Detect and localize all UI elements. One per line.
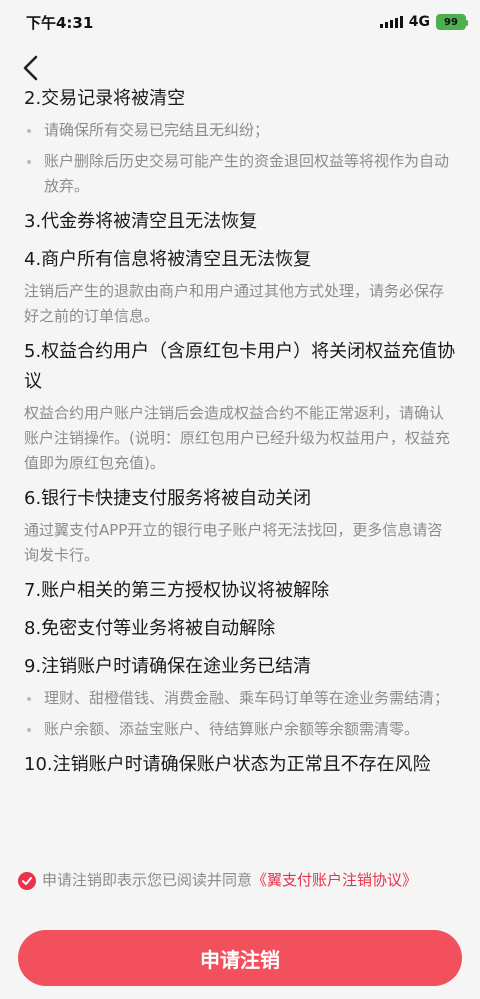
agreement-text: 申请注销即表示您已阅读并同意《翼支付账户注销协议》: [42, 868, 417, 893]
section-5-title: 5.权益合约用户（含原红包卡用户）将关闭权益充值协议: [24, 341, 456, 392]
list-item: 请确保所有交易已完结且无纠纷；: [24, 118, 456, 143]
network-type: 4G: [408, 14, 430, 30]
agreement-prefix: 申请注销即表示您已阅读并同意: [42, 871, 253, 889]
terms-content[interactable]: 2.交易记录将被清空 请确保所有交易已完结且无纠纷； 账户删除后历史交易可能产生…: [24, 84, 456, 864]
section-2-list: 请确保所有交易已完结且无纠纷； 账户删除后历史交易可能产生的资金退回权益等将视作…: [24, 118, 456, 199]
status-time: 下午4:31: [26, 13, 94, 32]
status-bar: 下午4:31 4G 99: [0, 0, 480, 44]
section-6-title: 6.银行卡快捷支付服务将被自动关闭: [24, 488, 312, 509]
list-item: 账户删除后历史交易可能产生的资金退回权益等将视作为自动放弃。: [24, 149, 456, 199]
section-7-title: 7.账户相关的第三方授权协议将被解除: [24, 580, 330, 601]
section-9-list: 理财、甜橙借钱、消费金融、乘车码订单等在途业务需结清； 账户余额、添益宝账户、待…: [24, 686, 456, 742]
section-5-desc: 权益合约用户账户注销后会造成权益合约不能正常返利，请确认账户注销操作。(说明：原…: [24, 404, 450, 472]
section-10-title: 10.注销账户时请确保账户状态为正常且不存在风险: [24, 754, 431, 775]
check-icon: [22, 877, 32, 885]
section-6-desc: 通过翼支付APP开立的银行电子账户将无法找回，更多信息请咨询发卡行。: [24, 521, 443, 564]
section-3-title: 3.代金券将被清空且无法恢复: [24, 211, 258, 232]
battery-level: 99: [444, 16, 458, 28]
section-4-title: 4.商户所有信息将被清空且无法恢复: [24, 249, 312, 270]
status-icons: 4G 99: [379, 14, 468, 30]
section-4-desc: 注销后产生的退款由商户和用户通过其他方式处理，请务必保存好之前的订单信息。: [24, 282, 445, 325]
battery-icon: 99: [436, 14, 468, 30]
chevron-left-icon: [23, 55, 38, 81]
list-item: 账户余额、添益宝账户、待结算账户余额等余额需清零。: [24, 717, 456, 742]
section-8-title: 8.免密支付等业务将被自动解除: [24, 618, 276, 639]
agreement-row: 申请注销即表示您已阅读并同意《翼支付账户注销协议》: [18, 868, 462, 893]
section-2-title: 2.交易记录将被清空: [24, 88, 186, 109]
back-button[interactable]: [14, 50, 48, 86]
list-item: 理财、甜橙借钱、消费金融、乘车码订单等在途业务需结清；: [24, 686, 456, 711]
agreement-link[interactable]: 《翼支付账户注销协议》: [252, 871, 417, 889]
agree-checkbox[interactable]: [18, 872, 36, 890]
section-9-title: 9.注销账户时请确保在途业务已结清: [24, 656, 312, 677]
signal-icon: [379, 16, 403, 28]
apply-cancel-account-button[interactable]: 申请注销: [18, 930, 462, 986]
